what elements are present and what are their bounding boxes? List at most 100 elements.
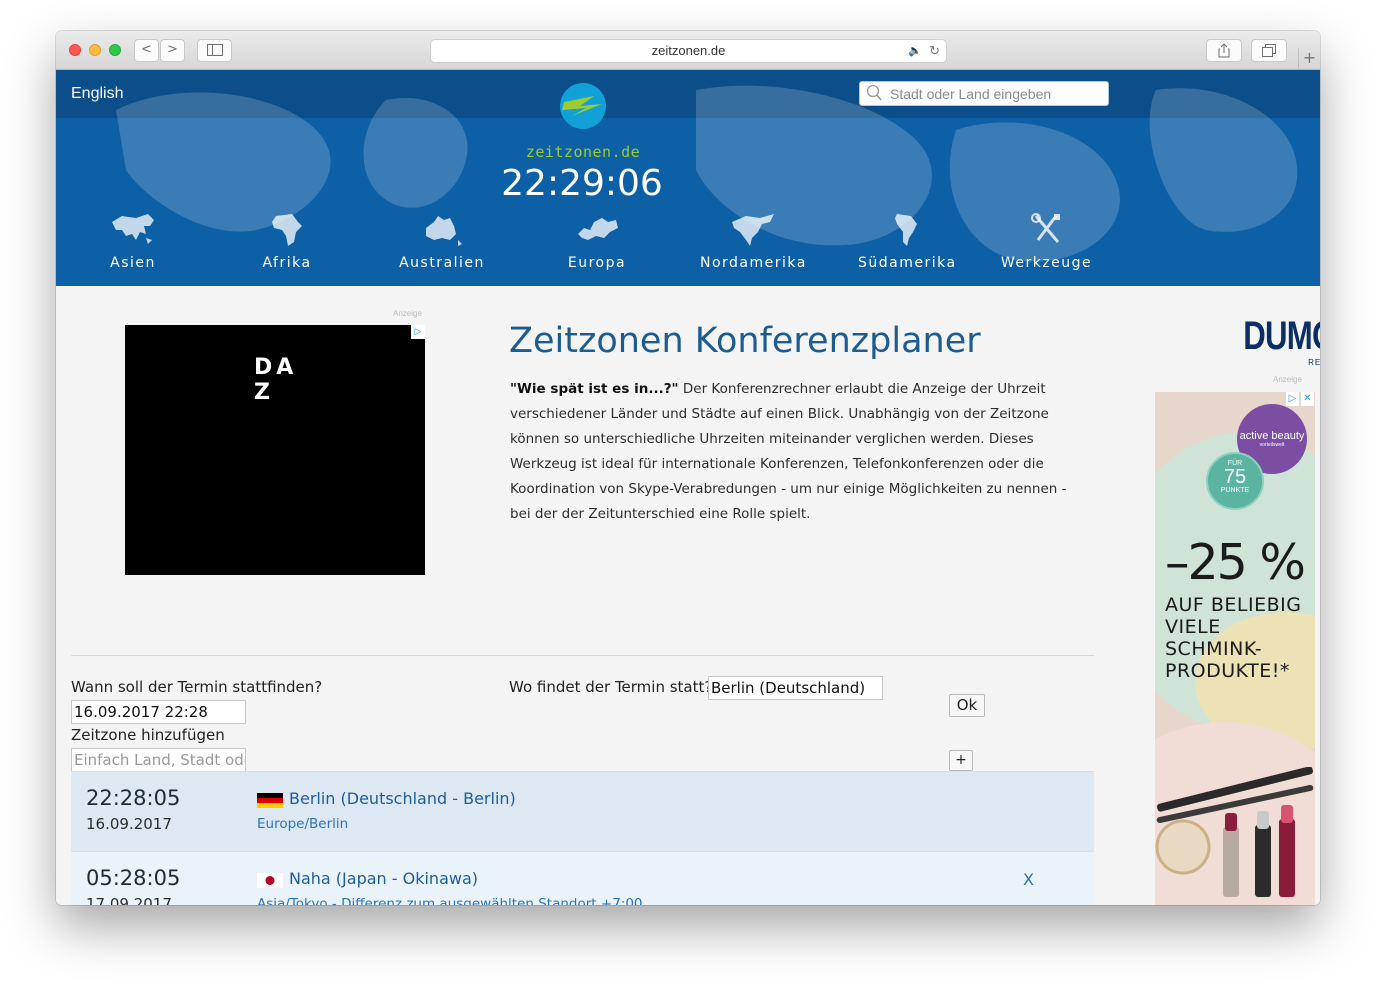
main-content: Anzeige DAZ ▷ Zeitzonen Konferenzplaner … [56,286,1320,905]
search-input[interactable] [890,84,1102,104]
site-brand[interactable]: zeitzonen.de [524,143,642,161]
nav-label-asien: Asien [110,255,156,271]
sidebar-toggle-button[interactable] [197,39,232,62]
nav-afrika[interactable]: Afrika [255,212,319,284]
row-time: 22:28:05 [86,786,181,810]
makeup-products-image [1155,767,1314,897]
timezone-row: 05:28:05 17.09.2017 Naha (Japan - Okinaw… [71,851,1094,905]
nav-label-afrika: Afrika [262,255,312,271]
row-city-link[interactable]: Berlin (Deutschland - Berlin) [289,789,516,808]
australia-map-icon [426,216,462,246]
germany-flag-icon [257,793,283,808]
active-beauty-subtext: vorteilswelt [1259,442,1285,448]
share-button[interactable] [1206,39,1242,62]
intro-question: "Wie spät ist es in...?" [510,381,679,397]
tabs-icon [1262,44,1276,57]
row-city-link[interactable]: Naha (Japan - Okinawa) [289,869,478,888]
nav-suedamerika[interactable]: Südamerika [858,212,957,284]
row-timezone-link[interactable]: Europe/Berlin [257,816,348,832]
reload-icon[interactable]: ↻ [929,40,940,62]
browser-toolbar: < > zeitzonen.de 🔈 ↻ + [56,31,1320,70]
row-date: 17.09.2017 [86,895,172,905]
row-timezone-info: Asia/Tokyo - Differenz zum ausgewählten … [257,896,643,905]
chevron-left-icon: < [141,42,152,57]
language-switch-link[interactable]: English [71,85,123,103]
active-beauty-text: active beauty [1239,430,1305,442]
url-text: zeitzonen.de [651,43,726,58]
intro-body: Der Konferenzrechner erlaubt die Anzeige… [510,381,1067,522]
daz-logo-text: DAZ [254,355,298,405]
new-tab-button[interactable]: + [1298,48,1320,70]
row-difference: - Differenz zum ausgewählten Standort +7… [327,896,643,905]
section-divider [71,655,1094,656]
daz-logo: DAZ [254,355,310,405]
nav-werkzeuge[interactable]: Werkzeuge [1000,212,1093,284]
share-icon [1218,43,1230,58]
nav-label-nordamerika: Nordamerika [700,255,807,271]
points-suffix: PUNKTE [1220,487,1250,494]
audio-playing-icon[interactable]: 🔈 [908,40,922,62]
beauty-advertisement[interactable]: ▷ ✕ active beauty vorteilswelt FÜR 75 PU… [1155,392,1315,905]
location-search[interactable] [859,81,1109,106]
discount-value: –25 % [1165,534,1306,591]
adchoices-icon[interactable]: ▷ [411,325,425,339]
adchoices-icon[interactable]: ▷ [1286,392,1299,406]
where-label: Wo findet der Termin statt? [509,678,713,696]
add-timezone-button[interactable]: + [949,750,973,771]
north-america-map-icon [731,214,774,246]
datetime-input[interactable] [71,700,246,724]
points-value: 75 [1223,466,1247,488]
asia-map-icon [112,214,154,244]
zoom-window-button[interactable] [109,44,121,56]
nav-asien[interactable]: Asien [103,212,163,284]
zeitzonen-logo-icon[interactable] [556,82,610,130]
world-map-background [116,85,1298,262]
site-header: English zeitzonen.de 22:29:06 Asien Afri… [56,70,1320,286]
ad-label: Anzeige [393,309,422,318]
row-date: 16.09.2017 [86,815,172,833]
close-ad-icon[interactable]: ✕ [1301,392,1314,406]
daz-advertisement[interactable]: DAZ ▷ [125,325,425,575]
sidebar-icon [206,44,223,56]
ad-label: Anzeige [1273,375,1302,384]
tabs-overview-button[interactable] [1251,39,1287,62]
nav-europa[interactable]: Europa [562,212,632,284]
back-button[interactable]: < [134,39,159,62]
timezone-row: 22:28:05 16.09.2017 Berlin (Deutschland … [71,771,1094,851]
discount-description: AUF BELIEBIG VIELE SCHMINK-PRODUKTE!* [1165,594,1302,682]
japan-flag-icon [257,873,283,888]
nav-label-europa: Europa [567,255,627,271]
nav-australien[interactable]: Australien [397,212,487,284]
address-bar[interactable]: zeitzonen.de 🔈 ↻ [430,39,947,63]
intro-text: "Wie spät ist es in...?" Der Konferenzre… [510,377,1090,527]
africa-map-icon [272,214,302,246]
when-label: Wann soll der Termin stattfinden? [71,678,323,696]
browser-window: < > zeitzonen.de 🔈 ↻ + English zeitzonen… [56,31,1320,905]
south-america-map-icon [894,214,917,246]
search-icon [866,84,882,101]
forward-button[interactable]: > [160,39,185,62]
chevron-right-icon: > [167,42,178,57]
row-timezone-link[interactable]: Asia/Tokyo [257,896,328,905]
close-window-button[interactable] [69,44,81,56]
add-timezone-label: Zeitzone hinzufügen [71,726,225,744]
row-time: 05:28:05 [86,866,181,890]
dumont-wordmark: DUMONT [1243,314,1320,358]
current-time-clock: 22:29:06 [501,163,663,204]
points-badge: FÜR 75 PUNKTE [1206,452,1264,510]
plus-icon: + [1302,48,1317,67]
dumont-logo[interactable]: DUMONT REISEVERLAG [1206,314,1320,367]
dumont-subtitle: REISEVERLAG [1308,358,1320,367]
ok-button[interactable]: Ok [949,694,985,717]
minimize-window-button[interactable] [89,44,101,56]
nav-label-australien: Australien [399,255,485,271]
location-input[interactable] [708,676,883,700]
nav-nordamerika[interactable]: Nordamerika [700,212,805,284]
nav-label-suedamerika: Südamerika [858,255,957,271]
europe-map-icon [578,218,618,240]
page-title: Zeitzonen Konferenzplaner [509,321,981,361]
add-timezone-input[interactable] [71,748,246,772]
nav-label-werkzeuge: Werkzeuge [1000,255,1093,271]
remove-timezone-button[interactable]: X [1023,870,1034,889]
tools-icon [1030,213,1060,243]
